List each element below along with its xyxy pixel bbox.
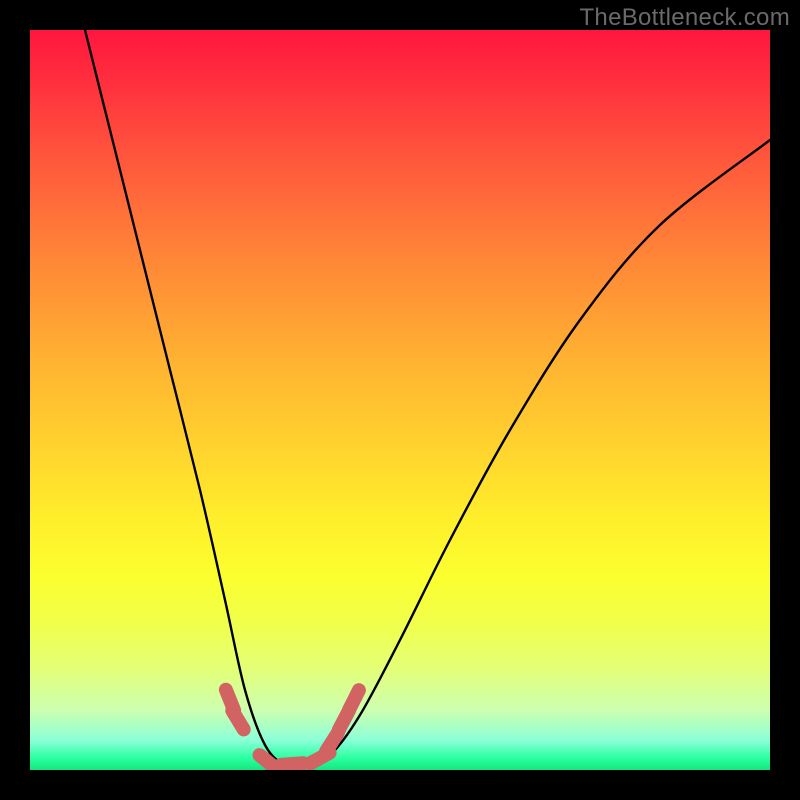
minimum-marker	[281, 763, 303, 765]
watermark-text: TheBottleneck.com	[579, 4, 790, 32]
minimum-markers	[226, 690, 359, 769]
curve-layer	[30, 30, 770, 770]
chart-frame: TheBottleneck.com	[0, 0, 800, 800]
minimum-marker	[349, 690, 359, 710]
bottleneck-curve	[85, 30, 770, 767]
plot-area	[30, 30, 770, 770]
minimum-marker	[232, 711, 243, 730]
